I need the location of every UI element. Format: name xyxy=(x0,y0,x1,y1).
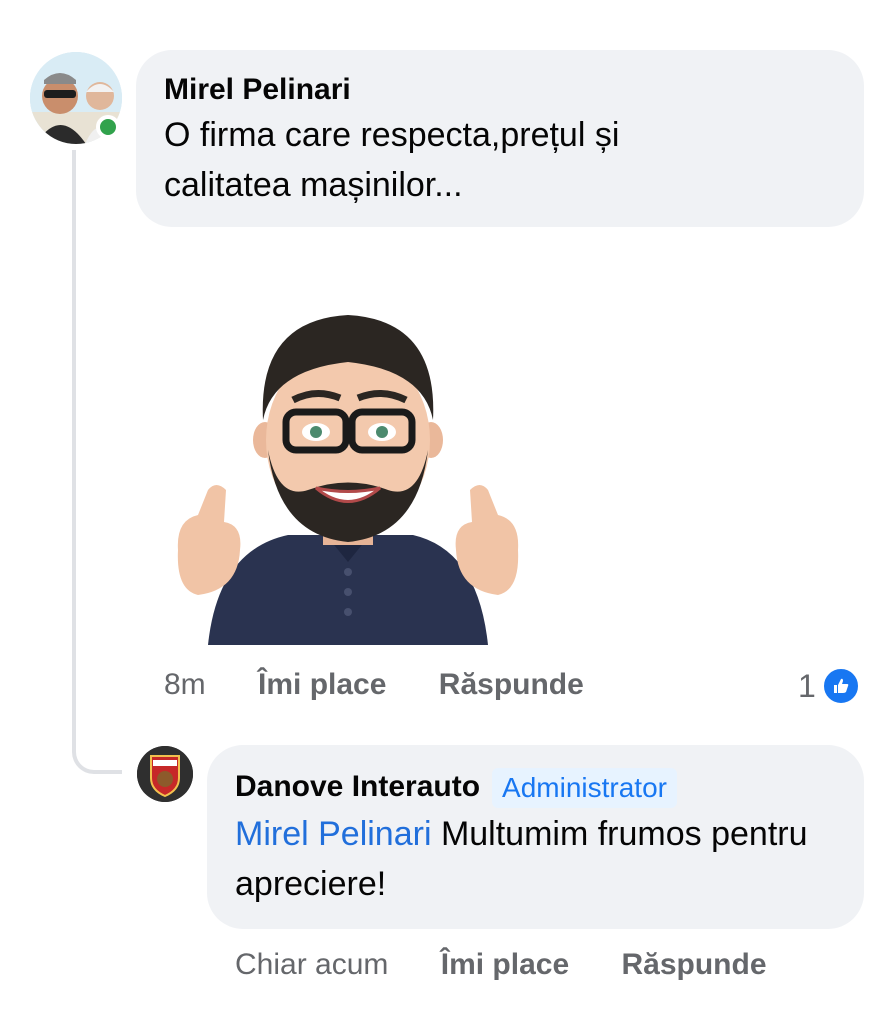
reaction-count: 1 xyxy=(798,667,816,704)
like-icon xyxy=(821,667,860,705)
reply-timestamp[interactable]: Chiar acum xyxy=(235,948,388,981)
reply-bubble: Danove Interauto Administrator Mirel Peli… xyxy=(207,745,864,929)
avatar-sticker-image xyxy=(168,300,528,645)
comment-actions: 8m Îmi place Răspunde xyxy=(164,668,628,702)
comment-bubble: Mirel Pelinari O firma care respecta,pre… xyxy=(136,50,864,227)
reaction-summary[interactable]: 1 xyxy=(798,666,860,706)
reply-text: Mirel Pelinari Multumim frumos pentru ap… xyxy=(235,809,835,909)
reply-actions: Chiar acum Îmi place Răspunde xyxy=(235,948,811,982)
comment-like-button[interactable]: Îmi place xyxy=(258,668,386,701)
mention-link[interactable]: Mirel Pelinari xyxy=(235,815,432,853)
thread-connector-line xyxy=(72,150,122,774)
reply-author-name[interactable]: Danove Interauto xyxy=(235,770,480,803)
reply-reply-button[interactable]: Răspunde xyxy=(621,948,766,981)
reply-like-button[interactable]: Îmi place xyxy=(441,948,569,981)
comment-text: O firma care respecta,prețul și calitate… xyxy=(164,116,620,204)
online-status-dot xyxy=(96,115,120,139)
admin-badge: Administrator xyxy=(492,768,677,809)
page-avatar[interactable] xyxy=(137,746,193,802)
comment-timestamp[interactable]: 8m xyxy=(164,668,206,701)
comment-reply-button[interactable]: Răspunde xyxy=(439,668,584,701)
comment-author-name[interactable]: Mirel Pelinari xyxy=(164,70,836,110)
